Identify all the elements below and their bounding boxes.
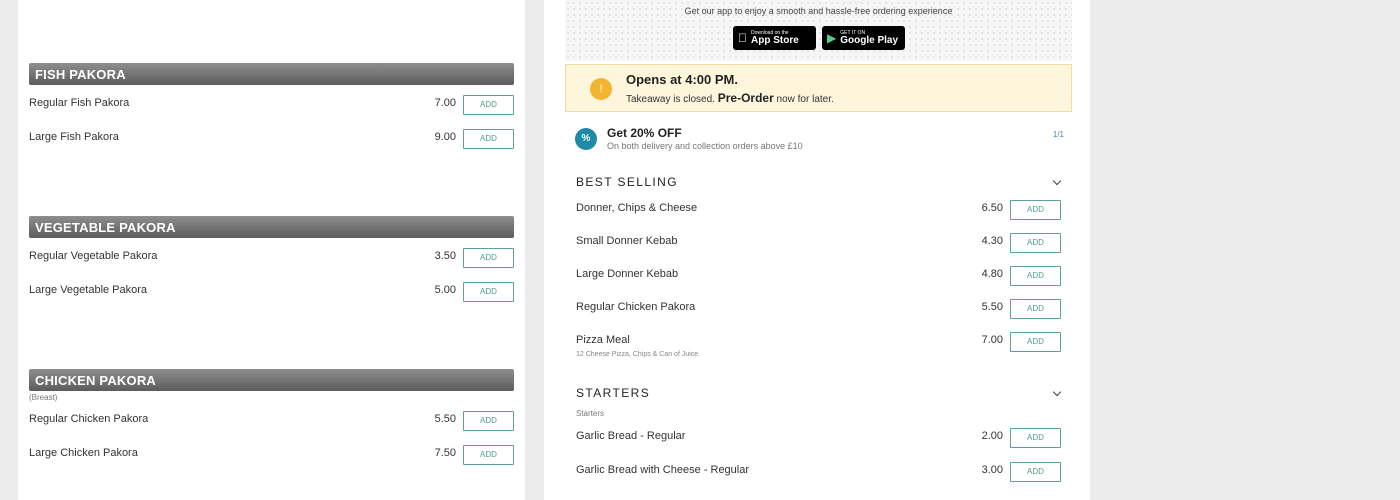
best-selling-item: Small Donner Kebab 4.30 ADD <box>576 233 1061 255</box>
offer-title: Get 20% OFF <box>607 126 682 140</box>
add-button[interactable]: ADD <box>1010 462 1061 482</box>
add-button[interactable]: ADD <box>1010 428 1061 448</box>
item-name: Regular Chicken Pakora <box>29 413 149 425</box>
add-button[interactable]: ADD <box>463 411 514 431</box>
item-name: Pizza Meal <box>576 334 630 346</box>
discount-offer: % Get 20% OFF On both delivery and colle… <box>565 119 1072 160</box>
category-header-fish-pakora: FISH PAKORA <box>29 63 514 85</box>
section-title-best-selling[interactable]: BEST SELLING <box>576 175 678 189</box>
google-play-icon: ▶ <box>827 31 837 45</box>
closed-status-text: Takeaway is closed. <box>626 94 715 105</box>
item-price: 9.00 <box>434 131 456 143</box>
starter-item: Garlic Bread - Regular 2.00 ADD <box>576 428 1061 450</box>
app-download-banner: Get our app to enjoy a smooth and hassle… <box>565 0 1072 61</box>
closed-status: Takeaway is closed. Pre-Order now for la… <box>626 91 834 105</box>
menu-item-row: Regular Chicken Pakora 5.50 ADD <box>29 411 514 433</box>
item-price: 5.50 <box>434 413 456 425</box>
menu-item-row: Large Vegetable Pakora 5.00 ADD <box>29 282 514 304</box>
preorder-link[interactable]: Pre-Order <box>718 91 774 105</box>
google-play-button[interactable]: ▶ GET IT ON Google Play <box>822 26 905 50</box>
discount-badge-icon: % <box>575 128 597 150</box>
add-button[interactable]: ADD <box>463 129 514 149</box>
best-selling-section: BEST SELLING Donner, Chips & Cheese 6.50… <box>565 167 1072 373</box>
menu-item-row: Large Fish Pakora 9.00 ADD <box>29 129 514 151</box>
menu-item-row: Regular Vegetable Pakora 3.50 ADD <box>29 248 514 270</box>
add-button[interactable]: ADD <box>1010 200 1061 220</box>
item-name: Large Fish Pakora <box>29 131 119 143</box>
item-name: Donner, Chips & Cheese <box>576 202 698 214</box>
section-subtitle: Starters <box>576 409 605 418</box>
info-icon: ! <box>590 78 612 100</box>
item-price: 5.00 <box>434 284 456 296</box>
best-selling-item: Regular Chicken Pakora 5.50 ADD <box>576 299 1061 321</box>
item-description: 12 Cheese Pizza, Chips & Can of Juice <box>576 351 699 358</box>
category-header-vegetable-pakora: VEGETABLE PAKORA <box>29 216 514 238</box>
add-button[interactable]: ADD <box>463 282 514 302</box>
item-name: Large Donner Kebab <box>576 268 679 280</box>
item-name: Garlic Bread with Cheese - Regular <box>576 464 750 476</box>
item-price: 6.50 <box>981 202 1003 214</box>
menu-item-row: Large Chicken Pakora 7.50 ADD <box>29 445 514 467</box>
offer-description: On both delivery and collection orders a… <box>607 141 803 151</box>
item-name: Regular Chicken Pakora <box>576 301 696 313</box>
add-button[interactable]: ADD <box>463 445 514 465</box>
google-play-label: Google Play <box>840 34 899 46</box>
offer-counter: 1/1 <box>1052 130 1064 139</box>
best-selling-item: Donner, Chips & Cheese 6.50 ADD <box>576 200 1061 222</box>
item-price: 7.50 <box>434 447 456 459</box>
category-header-chicken-pakora: CHICKEN PAKORA <box>29 369 514 391</box>
preorder-suffix: now for later. <box>776 94 834 105</box>
starter-item: Garlic Bread with Cheese - Regular 3.00 … <box>576 462 1061 484</box>
app-promo-text: Get our app to enjoy a smooth and hassle… <box>684 6 953 16</box>
opening-hours-notice: ! Opens at 4:00 PM. Takeaway is closed. … <box>565 64 1072 112</box>
item-price: 7.00 <box>981 334 1003 346</box>
item-price: 2.00 <box>981 430 1003 442</box>
order-sidebar: Get our app to enjoy a smooth and hassle… <box>544 0 1090 500</box>
menu-column: FISH PAKORA Regular Fish Pakora 7.00 ADD… <box>18 0 525 500</box>
item-name: Large Chicken Pakora <box>29 447 138 459</box>
item-name: Regular Vegetable Pakora <box>29 250 158 262</box>
add-button[interactable]: ADD <box>1010 233 1061 253</box>
category-note: (Breast) <box>29 393 58 402</box>
add-button[interactable]: ADD <box>1010 266 1061 286</box>
item-name: Small Donner Kebab <box>576 235 678 247</box>
best-selling-item: Pizza Meal 12 Cheese Pizza, Chips & Can … <box>576 332 1061 358</box>
chevron-down-icon[interactable] <box>1052 387 1062 397</box>
item-name: Garlic Bread - Regular <box>576 430 686 442</box>
chevron-down-icon[interactable] <box>1052 176 1062 186</box>
add-button[interactable]: ADD <box>1010 332 1061 352</box>
apple-icon:  <box>738 32 747 44</box>
item-price: 3.00 <box>981 464 1003 476</box>
app-store-button[interactable]:  Download on the App Store <box>733 26 816 50</box>
opening-time: Opens at 4:00 PM. <box>626 72 738 87</box>
item-name: Large Vegetable Pakora <box>29 284 148 296</box>
menu-item-row: Regular Fish Pakora 7.00 ADD <box>29 95 514 117</box>
item-price: 4.30 <box>981 235 1003 247</box>
item-price: 5.50 <box>981 301 1003 313</box>
section-title-starters[interactable]: STARTERS <box>576 386 650 400</box>
add-button[interactable]: ADD <box>463 248 514 268</box>
item-name: Regular Fish Pakora <box>29 97 130 109</box>
app-store-label: App Store <box>742 34 799 46</box>
item-price: 4.80 <box>981 268 1003 280</box>
best-selling-item: Large Donner Kebab 4.80 ADD <box>576 266 1061 288</box>
starters-section: STARTERS Starters Garlic Bread - Regular… <box>565 378 1072 500</box>
item-price: 3.50 <box>434 250 456 262</box>
item-price: 7.00 <box>434 97 456 109</box>
add-button[interactable]: ADD <box>1010 299 1061 319</box>
add-button[interactable]: ADD <box>463 95 514 115</box>
